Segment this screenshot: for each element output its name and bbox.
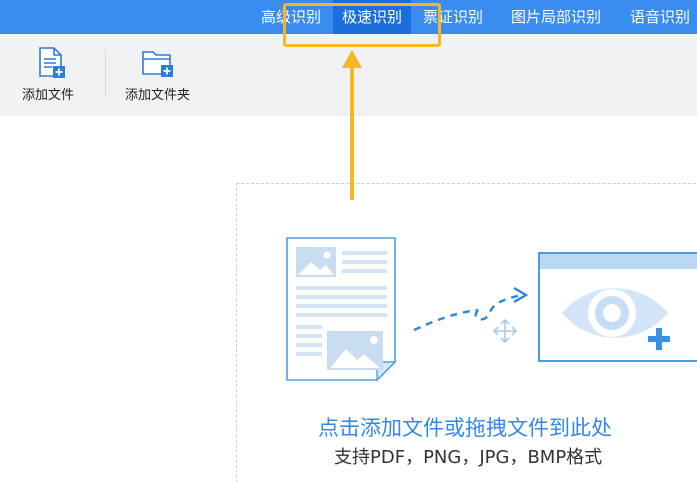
eye-window-icon <box>538 252 697 362</box>
dashed-arrow-path <box>413 308 479 332</box>
drop-zone-title[interactable]: 点击添加文件或拖拽文件到此处 <box>318 412 612 442</box>
document-image-icon <box>286 237 397 382</box>
drop-zone-supported-formats: 支持PDF，PNG，JPG，BMP格式 <box>334 447 603 468</box>
highlight-annotation-box <box>283 3 441 47</box>
arrow-head-icon <box>513 286 529 304</box>
drop-illustration <box>286 237 697 382</box>
move-icon <box>492 318 518 344</box>
annotation-arrow-shaft <box>350 66 354 200</box>
